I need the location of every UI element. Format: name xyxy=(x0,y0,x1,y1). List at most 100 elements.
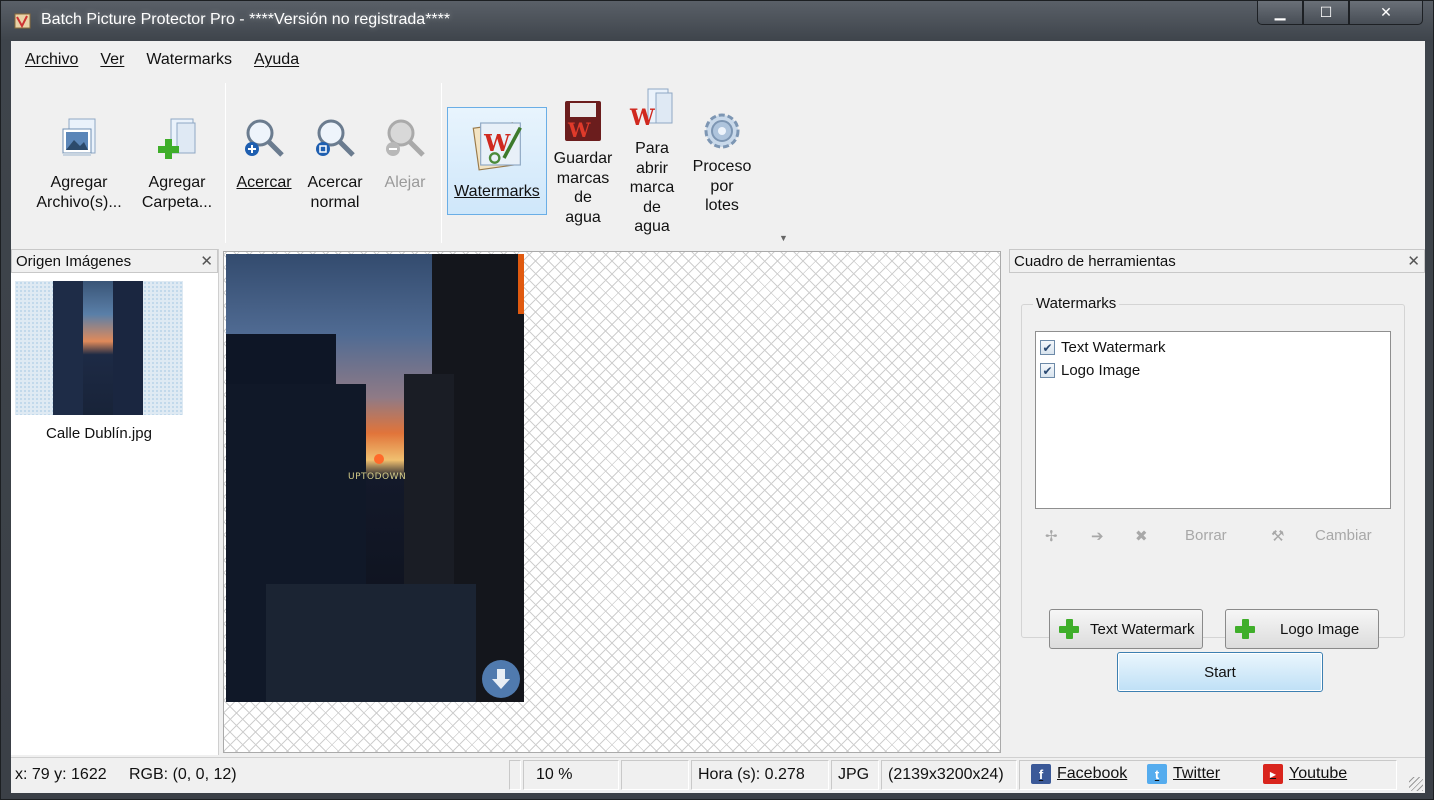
zoom-normal-label: Acercar normal xyxy=(307,174,363,211)
window-title: Batch Picture Protector Pro - ****Versió… xyxy=(41,11,451,28)
status-dimensions: (2139x3200x24) xyxy=(881,760,1017,790)
ribbon-expand-icon[interactable]: ▼ xyxy=(779,233,788,243)
zoom-in-label: Acercar xyxy=(236,174,292,191)
save-watermarks-label: Guardar marcas de agua xyxy=(553,150,613,226)
menu-ayuda[interactable]: Ayuda xyxy=(254,51,299,69)
batch-process-button[interactable]: Proceso por lotes xyxy=(685,83,759,243)
title-bar[interactable]: Batch Picture Protector Pro - ****Versió… xyxy=(1,1,1434,41)
ribbon-separator xyxy=(225,83,226,243)
close-icon[interactable]: ✕ xyxy=(200,252,213,270)
list-item[interactable]: ✔ Logo Image xyxy=(1040,359,1386,382)
start-button[interactable]: Start xyxy=(1117,652,1323,692)
save-watermark-icon: W xyxy=(565,101,601,142)
watermark-list[interactable]: ✔ Text Watermark ✔ Logo Image xyxy=(1035,331,1391,509)
add-folder-button[interactable]: Agregar Carpeta... xyxy=(131,83,223,243)
change-icon[interactable]: ⚒ xyxy=(1271,527,1284,545)
zoom-normal-button[interactable]: Acercar normal xyxy=(297,83,373,243)
panel-header: Cuadro de herramientas ✕ xyxy=(1009,249,1425,273)
thumbnail-label: Calle Dublín.jpg xyxy=(46,425,152,442)
delete-button[interactable]: Borrar xyxy=(1185,527,1227,544)
window-controls: ▁ ☐ ✕ xyxy=(1257,1,1423,27)
twitter-link[interactable]: t Twitter xyxy=(1147,764,1220,784)
gear-icon xyxy=(704,113,740,149)
toolbox-panel: Cuadro de herramientas ✕ Watermarks ✔ Te… xyxy=(1009,249,1425,755)
group-title: Watermarks xyxy=(1033,295,1120,312)
zoom-normal-icon xyxy=(316,119,355,157)
close-button[interactable]: ✕ xyxy=(1349,1,1423,25)
preview-image: UPTODOWN xyxy=(226,254,524,702)
resize-grip[interactable] xyxy=(1409,777,1423,791)
status-coords: x: 79 y: 1622 xyxy=(15,766,107,783)
source-images-panel: Origen Imágenes ✕ Calle Dublín.jpg xyxy=(11,249,219,755)
logo-image-overlay[interactable] xyxy=(482,660,520,698)
status-zoom: 10 % xyxy=(523,760,619,790)
add-files-label: Agregar Archivo(s)... xyxy=(36,174,122,211)
move-up-icon[interactable]: ✢ xyxy=(1045,527,1058,545)
panel-title: Origen Imágenes xyxy=(16,252,132,270)
batch-process-label: Proceso por lotes xyxy=(692,158,752,214)
checkbox[interactable]: ✔ xyxy=(1040,340,1055,355)
folder-add-icon xyxy=(158,118,196,159)
close-icon[interactable]: ✕ xyxy=(1407,252,1420,270)
thumbnail[interactable] xyxy=(15,281,183,415)
open-watermark-icon: W xyxy=(629,88,673,131)
status-cell xyxy=(621,760,689,790)
toolbar-ribbon: Agregar Archivo(s)... Agregar Carpeta... xyxy=(19,83,1419,243)
add-files-button[interactable]: Agregar Archivo(s)... xyxy=(27,83,131,243)
delete-icon[interactable]: ✖ xyxy=(1135,527,1148,545)
zoom-in-button[interactable]: Acercar xyxy=(231,83,297,243)
status-time: Hora (s): 0.278 xyxy=(691,760,829,790)
zoom-in-icon xyxy=(245,119,284,157)
download-arrow-icon xyxy=(492,669,510,689)
checkbox[interactable]: ✔ xyxy=(1040,363,1055,378)
panel-title: Cuadro de herramientas xyxy=(1014,252,1176,270)
zoom-out-label: Alejar xyxy=(384,174,426,191)
open-watermark-button[interactable]: W Para abrir marca de agua xyxy=(617,83,687,243)
minimize-button[interactable]: ▁ xyxy=(1257,1,1303,25)
status-rgb: RGB: (0, 0, 12) xyxy=(129,766,237,783)
zoom-out-icon xyxy=(386,119,425,157)
plus-icon xyxy=(1234,618,1256,640)
facebook-icon: f xyxy=(1031,764,1051,784)
add-logo-image-button[interactable]: Logo Image xyxy=(1225,609,1379,649)
open-watermark-label: Para abrir marca de agua xyxy=(629,140,675,235)
twitter-label: Twitter xyxy=(1173,765,1221,782)
list-tools: ✢ ➔ ✖ Borrar ⚒ Cambiar xyxy=(1035,525,1391,551)
panel-header: Origen Imágenes ✕ xyxy=(11,249,218,273)
svg-text:W: W xyxy=(629,105,655,131)
watermarks-label: Watermarks xyxy=(454,183,540,200)
list-item[interactable]: ✔ Text Watermark xyxy=(1040,336,1386,359)
list-item-label: Logo Image xyxy=(1061,362,1141,379)
plus-icon xyxy=(1058,618,1080,640)
photo-detail xyxy=(266,584,476,702)
list-item-label: Text Watermark xyxy=(1061,339,1166,356)
move-down-icon[interactable]: ➔ xyxy=(1091,527,1104,545)
app-window: Batch Picture Protector Pro - ****Versió… xyxy=(0,0,1434,800)
menu-bar: Archivo Ver Watermarks Ayuda xyxy=(11,41,1425,79)
menu-watermarks[interactable]: Watermarks xyxy=(146,51,232,69)
facebook-label: Facebook xyxy=(1057,765,1128,782)
youtube-icon: ▶ xyxy=(1263,764,1283,784)
preview-canvas[interactable]: UPTODOWN xyxy=(223,251,1001,753)
zoom-out-button[interactable]: Alejar xyxy=(373,83,437,243)
menu-ver[interactable]: Ver xyxy=(100,51,124,69)
watermark-text-overlay[interactable]: UPTODOWN xyxy=(348,472,406,482)
client-area: Archivo Ver Watermarks Ayuda Agregar Arc… xyxy=(11,41,1425,793)
status-cell xyxy=(509,760,521,790)
add-text-watermark-button[interactable]: Text Watermark xyxy=(1049,609,1203,649)
watermarks-button[interactable]: W Watermarks xyxy=(447,107,547,215)
watermark-W-icon: W xyxy=(472,122,522,171)
photo-detail xyxy=(374,454,384,464)
youtube-label: Youtube xyxy=(1289,765,1348,782)
twitter-icon: t xyxy=(1147,764,1167,784)
facebook-link[interactable]: f Facebook xyxy=(1031,764,1127,784)
add-logo-label: Logo Image xyxy=(1280,620,1360,638)
youtube-link[interactable]: ▶ Youtube xyxy=(1263,764,1347,784)
menu-archivo[interactable]: Archivo xyxy=(25,51,78,69)
change-button[interactable]: Cambiar xyxy=(1315,527,1372,544)
save-watermarks-button[interactable]: W Guardar marcas de agua xyxy=(549,83,617,243)
add-text-label: Text Watermark xyxy=(1090,620,1195,638)
maximize-button[interactable]: ☐ xyxy=(1303,1,1349,25)
add-folder-label: Agregar Carpeta... xyxy=(141,174,213,211)
app-icon xyxy=(14,13,31,29)
